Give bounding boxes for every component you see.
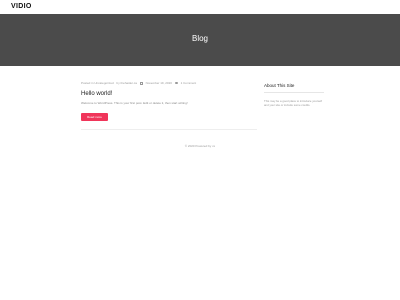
- post-meta: Posted in Uncategorized by thehaider.ca …: [81, 81, 257, 85]
- site-footer: © 2020 Powered by xx: [184, 144, 216, 148]
- read-more-button[interactable]: Read more: [81, 113, 108, 121]
- sidebar-divider: [264, 92, 324, 93]
- sidebar-title: About This Site: [264, 83, 295, 88]
- post-divider: [81, 129, 257, 130]
- comment-icon: [174, 81, 178, 85]
- post-comments-count[interactable]: 1 Comment: [181, 81, 197, 85]
- sidebar-text: This may be a good place to introduce yo…: [264, 99, 322, 107]
- page-title: Blog: [191, 34, 208, 43]
- top-navbar: VIDIO: [0, 0, 400, 15]
- post-excerpt: Welcome to WordPress. This is your first…: [81, 101, 188, 105]
- post-title[interactable]: Hello world!: [81, 90, 257, 98]
- post-category[interactable]: Posted in Uncategorized: [81, 81, 114, 85]
- post-author[interactable]: by thehaider.ca: [117, 81, 137, 85]
- sidebar-widget-about: About This Site This may be a good place…: [264, 83, 324, 107]
- site-logo[interactable]: VIDIO: [11, 2, 32, 12]
- page-hero-banner: Blog: [0, 14, 400, 66]
- calendar-icon: [139, 81, 143, 85]
- blog-post-list: Posted in Uncategorized by thehaider.ca …: [81, 81, 257, 130]
- post-date[interactable]: November 19, 2020: [146, 81, 172, 85]
